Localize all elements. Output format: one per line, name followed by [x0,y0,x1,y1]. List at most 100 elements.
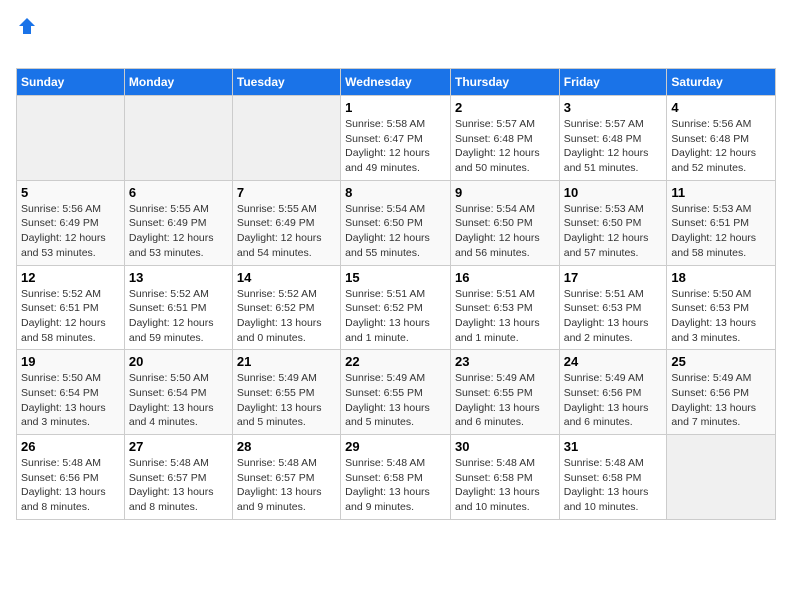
day-number: 27 [129,439,228,454]
day-info: Sunrise: 5:48 AM Sunset: 6:58 PM Dayligh… [564,456,663,515]
day-number: 20 [129,354,228,369]
weekday-header-sunday: Sunday [17,69,125,96]
weekday-header-wednesday: Wednesday [341,69,451,96]
day-number: 12 [21,270,120,285]
calendar-cell: 8 Sunrise: 5:54 AM Sunset: 6:50 PM Daylig… [341,180,451,265]
day-info: Sunrise: 5:52 AM Sunset: 6:51 PM Dayligh… [21,287,120,346]
day-info: Sunrise: 5:55 AM Sunset: 6:49 PM Dayligh… [129,202,228,261]
day-info: Sunrise: 5:49 AM Sunset: 6:55 PM Dayligh… [237,371,336,430]
calendar-cell: 5 Sunrise: 5:56 AM Sunset: 6:49 PM Daylig… [17,180,125,265]
day-info: Sunrise: 5:54 AM Sunset: 6:50 PM Dayligh… [345,202,446,261]
day-info: Sunrise: 5:49 AM Sunset: 6:55 PM Dayligh… [345,371,446,430]
calendar-cell: 17 Sunrise: 5:51 AM Sunset: 6:53 PM Dayli… [559,265,667,350]
day-info: Sunrise: 5:49 AM Sunset: 6:56 PM Dayligh… [564,371,663,430]
day-info: Sunrise: 5:50 AM Sunset: 6:54 PM Dayligh… [21,371,120,430]
logo [16,16,37,56]
calendar-cell: 21 Sunrise: 5:49 AM Sunset: 6:55 PM Dayli… [232,350,340,435]
calendar-cell: 23 Sunrise: 5:49 AM Sunset: 6:55 PM Dayli… [450,350,559,435]
day-info: Sunrise: 5:49 AM Sunset: 6:56 PM Dayligh… [671,371,771,430]
day-info: Sunrise: 5:50 AM Sunset: 6:53 PM Dayligh… [671,287,771,346]
day-info: Sunrise: 5:48 AM Sunset: 6:58 PM Dayligh… [345,456,446,515]
weekday-header-thursday: Thursday [450,69,559,96]
calendar-cell: 6 Sunrise: 5:55 AM Sunset: 6:49 PM Daylig… [124,180,232,265]
calendar-cell: 13 Sunrise: 5:52 AM Sunset: 6:51 PM Dayli… [124,265,232,350]
day-info: Sunrise: 5:51 AM Sunset: 6:52 PM Dayligh… [345,287,446,346]
day-number: 29 [345,439,446,454]
day-number: 23 [455,354,555,369]
day-info: Sunrise: 5:52 AM Sunset: 6:51 PM Dayligh… [129,287,228,346]
calendar-cell: 10 Sunrise: 5:53 AM Sunset: 6:50 PM Dayli… [559,180,667,265]
day-number: 5 [21,185,120,200]
day-number: 22 [345,354,446,369]
day-number: 2 [455,100,555,115]
calendar-cell [667,435,776,520]
day-info: Sunrise: 5:57 AM Sunset: 6:48 PM Dayligh… [455,117,555,176]
day-info: Sunrise: 5:48 AM Sunset: 6:57 PM Dayligh… [129,456,228,515]
calendar-cell: 4 Sunrise: 5:56 AM Sunset: 6:48 PM Daylig… [667,96,776,181]
calendar-cell: 28 Sunrise: 5:48 AM Sunset: 6:57 PM Dayli… [232,435,340,520]
calendar-cell: 29 Sunrise: 5:48 AM Sunset: 6:58 PM Dayli… [341,435,451,520]
calendar-cell: 2 Sunrise: 5:57 AM Sunset: 6:48 PM Daylig… [450,96,559,181]
day-info: Sunrise: 5:52 AM Sunset: 6:52 PM Dayligh… [237,287,336,346]
calendar-cell: 15Sunrise: 5:51 AM Sunset: 6:52 PM Dayli… [341,265,451,350]
calendar-table: SundayMondayTuesdayWednesdayThursdayFrid… [16,68,776,520]
calendar-cell: 31 Sunrise: 5:48 AM Sunset: 6:58 PM Dayli… [559,435,667,520]
day-info: Sunrise: 5:55 AM Sunset: 6:49 PM Dayligh… [237,202,336,261]
day-number: 31 [564,439,663,454]
day-number: 14 [237,270,336,285]
calendar-cell [232,96,340,181]
day-info: Sunrise: 5:53 AM Sunset: 6:50 PM Dayligh… [564,202,663,261]
day-number: 28 [237,439,336,454]
page-header [16,16,776,56]
calendar-cell: 26Sunrise: 5:48 AM Sunset: 6:56 PM Dayli… [17,435,125,520]
calendar-cell: 3 Sunrise: 5:57 AM Sunset: 6:48 PM Daylig… [559,96,667,181]
calendar-cell: 11 Sunrise: 5:53 AM Sunset: 6:51 PM Dayli… [667,180,776,265]
weekday-header-friday: Friday [559,69,667,96]
day-number: 10 [564,185,663,200]
day-number: 16 [455,270,555,285]
day-number: 25 [671,354,771,369]
day-number: 11 [671,185,771,200]
day-number: 13 [129,270,228,285]
day-info: Sunrise: 5:48 AM Sunset: 6:58 PM Dayligh… [455,456,555,515]
day-info: Sunrise: 5:54 AM Sunset: 6:50 PM Dayligh… [455,202,555,261]
calendar-cell: 25 Sunrise: 5:49 AM Sunset: 6:56 PM Dayli… [667,350,776,435]
calendar-cell: 18 Sunrise: 5:50 AM Sunset: 6:53 PM Dayli… [667,265,776,350]
calendar-cell [17,96,125,181]
calendar-cell: 30 Sunrise: 5:48 AM Sunset: 6:58 PM Dayli… [450,435,559,520]
calendar-cell [124,96,232,181]
weekday-header-tuesday: Tuesday [232,69,340,96]
calendar-cell: 14 Sunrise: 5:52 AM Sunset: 6:52 PM Dayli… [232,265,340,350]
day-number: 8 [345,185,446,200]
day-info: Sunrise: 5:58 AM Sunset: 6:47 PM Dayligh… [345,117,446,176]
day-info: Sunrise: 5:56 AM Sunset: 6:48 PM Dayligh… [671,117,771,176]
day-number: 6 [129,185,228,200]
calendar-cell: 9 Sunrise: 5:54 AM Sunset: 6:50 PM Daylig… [450,180,559,265]
day-number: 7 [237,185,336,200]
calendar-cell: 12 Sunrise: 5:52 AM Sunset: 6:51 PM Dayli… [17,265,125,350]
day-number: 9 [455,185,555,200]
day-number: 17 [564,270,663,285]
day-info: Sunrise: 5:48 AM Sunset: 6:56 PM Dayligh… [21,456,120,515]
logo-icon [17,16,37,36]
day-number: 18 [671,270,771,285]
day-info: Sunrise: 5:49 AM Sunset: 6:55 PM Dayligh… [455,371,555,430]
weekday-header-monday: Monday [124,69,232,96]
day-number: 3 [564,100,663,115]
calendar-cell: 27 Sunrise: 5:48 AM Sunset: 6:57 PM Dayli… [124,435,232,520]
day-number: 1 [345,100,446,115]
day-number: 24 [564,354,663,369]
day-info: Sunrise: 5:56 AM Sunset: 6:49 PM Dayligh… [21,202,120,261]
calendar-cell: 1 Sunrise: 5:58 AM Sunset: 6:47 PM Daylig… [341,96,451,181]
day-number: 19 [21,354,120,369]
calendar-cell: 24 Sunrise: 5:49 AM Sunset: 6:56 PM Dayli… [559,350,667,435]
day-info: Sunrise: 5:57 AM Sunset: 6:48 PM Dayligh… [564,117,663,176]
calendar-cell: 22 Sunrise: 5:49 AM Sunset: 6:55 PM Dayli… [341,350,451,435]
day-info: Sunrise: 5:51 AM Sunset: 6:53 PM Dayligh… [564,287,663,346]
day-number: 30 [455,439,555,454]
day-info: Sunrise: 5:48 AM Sunset: 6:57 PM Dayligh… [237,456,336,515]
day-info: Sunrise: 5:53 AM Sunset: 6:51 PM Dayligh… [671,202,771,261]
day-number: 21 [237,354,336,369]
weekday-header-saturday: Saturday [667,69,776,96]
day-number: 4 [671,100,771,115]
